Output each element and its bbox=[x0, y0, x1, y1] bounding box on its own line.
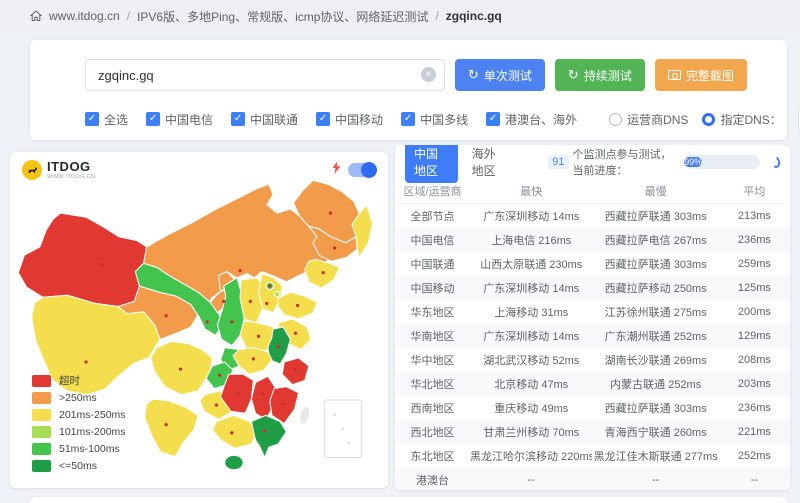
checkbox-checked-icon: ✓ bbox=[401, 112, 415, 126]
table-row: 港澳台------ bbox=[395, 468, 790, 490]
latency-legend: 超时 >250ms 201ms-250ms 101ms-200ms 51ms-1… bbox=[32, 372, 126, 474]
radio-off-icon bbox=[609, 113, 622, 126]
table-row: 西南地区重庆移动 49ms西藏拉萨联通 303ms236ms bbox=[395, 396, 790, 420]
breadcrumb: www.itdog.cn / IPV6版、多地Ping、常规版、icmp协议、网… bbox=[0, 0, 800, 32]
monitor-count-badge: 91 bbox=[548, 155, 568, 169]
clear-input-icon[interactable]: × bbox=[421, 67, 436, 82]
province-guangxi[interactable] bbox=[212, 415, 257, 448]
table-body: 全部节点广东深圳移动 14ms西藏拉萨联通 303ms213ms 中国电信上海电… bbox=[395, 204, 790, 490]
breadcrumb-path[interactable]: IPV6版、多地Ping、常规版、icmp协议、网络延迟测试 bbox=[137, 8, 428, 25]
search-card: × ↻ 单次测试 ↻ 持续测试 完整截图 ✓ 全选 ✓ 中国电信 ✓ 中国联通 bbox=[30, 40, 787, 140]
checkbox-china-telecom[interactable]: ✓ 中国电信 bbox=[146, 111, 213, 128]
province-hainan[interactable] bbox=[225, 455, 243, 469]
full-screenshot-button[interactable]: 完整截图 bbox=[655, 59, 747, 91]
legend-swatch-over250 bbox=[32, 392, 51, 404]
legend-swatch-51-100 bbox=[32, 443, 51, 455]
monitor-text: 个监测点参与测试，当前进度： bbox=[573, 146, 677, 178]
checkbox-china-mobile[interactable]: ✓ 中国移动 bbox=[316, 111, 383, 128]
tab-china-region[interactable]: 中国地区 bbox=[405, 145, 458, 183]
province-taiwan[interactable] bbox=[298, 405, 311, 425]
breadcrumb-separator: / bbox=[435, 9, 438, 23]
table-row: 华中地区湖北武汉移动 52ms湖南长沙联通 269ms208ms bbox=[395, 348, 790, 372]
table-row: 中国联通山西太原联通 230ms西藏拉萨联通 303ms259ms bbox=[395, 252, 790, 276]
host-input[interactable] bbox=[85, 59, 445, 91]
radio-isp-dns[interactable]: 运营商DNS bbox=[609, 111, 688, 128]
checkbox-checked-icon: ✓ bbox=[316, 112, 330, 126]
home-icon bbox=[30, 10, 42, 22]
province-tianjin[interactable] bbox=[274, 292, 279, 297]
province-yunnan[interactable] bbox=[145, 399, 198, 457]
table-row: 中国电信上海电信 216ms西藏拉萨电信 267ms236ms bbox=[395, 228, 790, 252]
progress-bar: 99% bbox=[684, 155, 759, 169]
tab-overseas-region[interactable]: 海外地区 bbox=[472, 145, 507, 179]
isp-checkbox-group: ✓ 全选 ✓ 中国电信 ✓ 中国联通 ✓ 中国移动 ✓ 中国多线 ✓ 港澳台、海… bbox=[85, 111, 577, 128]
breadcrumb-separator: / bbox=[127, 9, 130, 23]
table-row: 华东地区上海移动 31ms江苏徐州联通 275ms200ms bbox=[395, 300, 790, 324]
refresh-icon: ↻ bbox=[568, 67, 579, 83]
result-card: 中国地区 海外地区 91 个监测点参与测试，当前进度： 99% 区域/运营商 最… bbox=[395, 145, 790, 490]
map-card: ITDOG WWW.ITDOG.CN bbox=[10, 152, 388, 488]
south-china-sea-inset bbox=[324, 400, 361, 458]
progress-fill: 99% bbox=[684, 157, 702, 167]
next-card-top-edge bbox=[30, 497, 787, 503]
checkbox-checked-icon: ✓ bbox=[231, 112, 245, 126]
legend-swatch-101-200 bbox=[32, 426, 51, 438]
province-xinjiang[interactable] bbox=[18, 213, 146, 306]
single-test-button[interactable]: ↻ 单次测试 bbox=[455, 59, 545, 91]
checkbox-select-all[interactable]: ✓ 全选 bbox=[85, 111, 128, 128]
breadcrumb-current: zgqinc.gq bbox=[446, 9, 502, 23]
loading-spinner-icon bbox=[769, 155, 781, 169]
checkbox-checked-icon: ✓ bbox=[146, 112, 160, 126]
table-row: 华北地区北京移动 47ms内蒙古联通 252ms203ms bbox=[395, 372, 790, 396]
checkbox-china-unicom[interactable]: ✓ 中国联通 bbox=[231, 111, 298, 128]
table-row: 西北地区甘肃兰州移动 70ms青海西宁联通 260ms221ms bbox=[395, 420, 790, 444]
table-row: 华南地区广东深圳移动 14ms广东潮州联通 252ms129ms bbox=[395, 324, 790, 348]
continuous-test-button[interactable]: ↻ 持续测试 bbox=[555, 59, 645, 91]
province-hubei[interactable] bbox=[233, 348, 272, 375]
legend-swatch-timeout bbox=[32, 375, 51, 387]
table-header: 区域/运营商 最快 最慢 平均 bbox=[395, 179, 790, 204]
radio-specified-dns[interactable]: 指定DNS： bbox=[702, 111, 781, 128]
table-row: 东北地区黑龙江哈尔滨移动 220ms黑龙江佳木斯联通 277ms252ms bbox=[395, 444, 790, 468]
camera-icon bbox=[668, 70, 681, 80]
checkbox-checked-icon: ✓ bbox=[85, 112, 99, 126]
checkbox-china-multiline[interactable]: ✓ 中国多线 bbox=[401, 111, 468, 128]
checkbox-hmt-overseas[interactable]: ✓ 港澳台、海外 bbox=[486, 111, 577, 128]
dns-radio-group: 运营商DNS 指定DNS： bbox=[609, 106, 800, 132]
table-row: 全部节点广东深圳移动 14ms西藏拉萨联通 303ms213ms bbox=[395, 204, 790, 228]
table-row: 中国移动广东深圳移动 14ms西藏拉萨移动 250ms125ms bbox=[395, 276, 790, 300]
legend-swatch-le50 bbox=[32, 460, 51, 472]
legend-swatch-201-250 bbox=[32, 409, 51, 421]
refresh-icon: ↻ bbox=[468, 67, 479, 83]
checkbox-checked-icon: ✓ bbox=[486, 112, 500, 126]
province-zhejiang[interactable] bbox=[282, 358, 309, 385]
radio-on-icon bbox=[702, 113, 715, 126]
breadcrumb-site[interactable]: www.itdog.cn bbox=[49, 9, 120, 23]
